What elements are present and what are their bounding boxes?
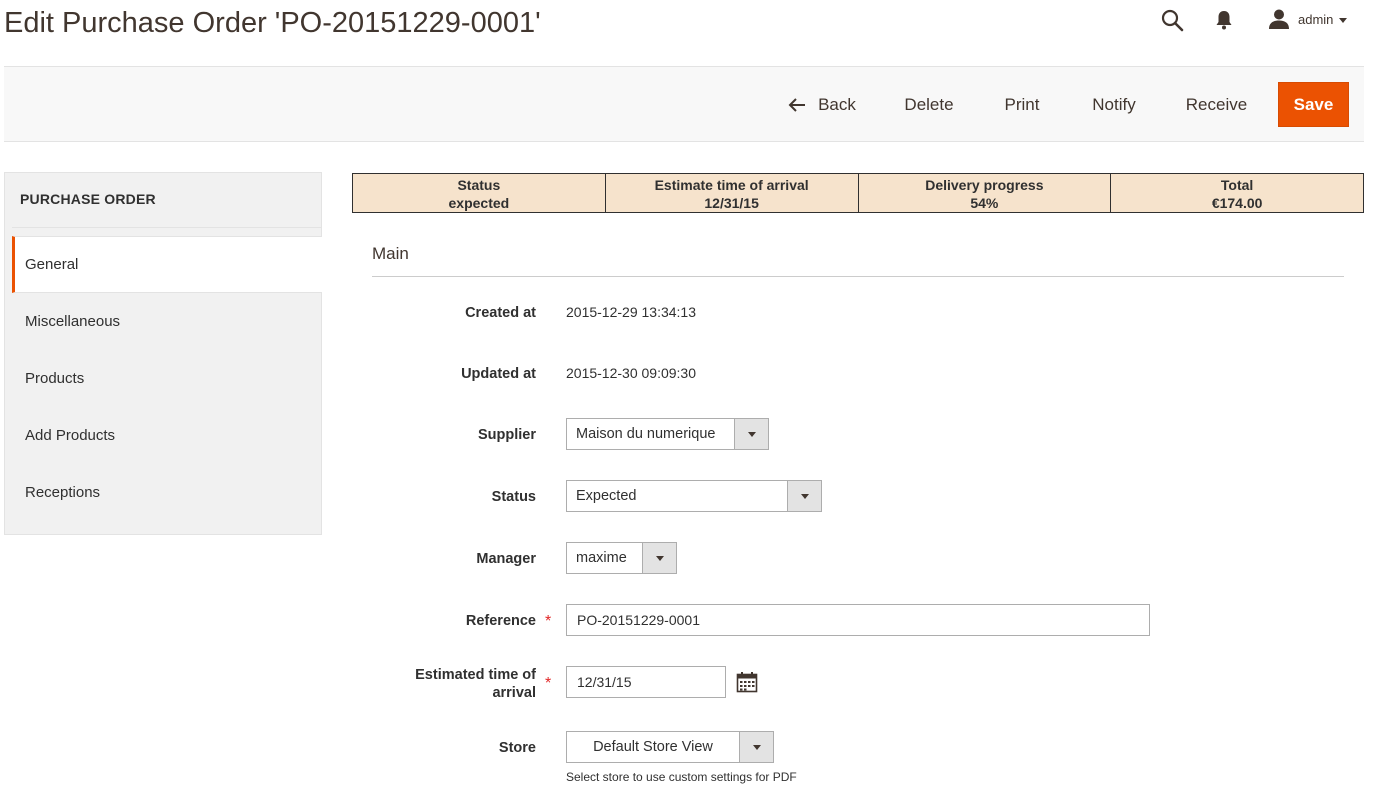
created-at-label: Created at <box>465 305 536 321</box>
summary-label: Total <box>1220 177 1254 193</box>
arrow-left-icon <box>788 97 806 112</box>
supplier-selected-value: Maison du numerique <box>576 426 716 442</box>
back-button[interactable]: Back <box>786 82 858 127</box>
summary-status: Status expected <box>353 174 606 212</box>
back-button-label: Back <box>818 94 856 114</box>
summary-value: €174.00 <box>1211 195 1263 211</box>
store-selected-value: Default Store View <box>593 739 713 755</box>
notify-button[interactable]: Notify <box>1086 82 1142 127</box>
summary-label: Estimate time of arrival <box>654 177 809 193</box>
status-select[interactable]: Expected <box>566 480 822 512</box>
store-select[interactable]: Default Store View <box>566 731 774 763</box>
reference-input[interactable] <box>566 604 1150 636</box>
manager-select[interactable]: maxime <box>566 542 677 574</box>
divider <box>12 227 322 228</box>
summary-label: Status <box>457 177 501 193</box>
chevron-down-icon <box>734 419 768 449</box>
page-title: Edit Purchase Order 'PO-20151229-0001' <box>4 7 541 39</box>
summary-table: Status expected Estimate time of arrival… <box>352 173 1364 213</box>
sidebar-item-miscellaneous[interactable]: Miscellaneous <box>12 293 322 350</box>
summary-eta: Estimate time of arrival 12/31/15 <box>606 174 859 212</box>
calendar-icon[interactable] <box>736 671 758 693</box>
summary-value: expected <box>448 195 510 211</box>
search-icon[interactable] <box>1160 8 1184 32</box>
supplier-select[interactable]: Maison du numerique <box>566 418 769 450</box>
status-label: Status <box>491 489 536 505</box>
eta-date-input[interactable] <box>566 666 726 698</box>
eta-label: Estimated time of arrival <box>372 666 536 702</box>
sidebar-item-products[interactable]: Products <box>12 350 322 407</box>
user-icon <box>1269 9 1289 29</box>
delete-button[interactable]: Delete <box>900 82 958 127</box>
summary-label: Delivery progress <box>925 177 1044 193</box>
eta-label-line1: Estimated time of <box>415 667 536 683</box>
summary-value: 54% <box>970 195 999 211</box>
chevron-down-icon <box>787 481 821 511</box>
eta-label-line2: arrival <box>492 685 536 701</box>
store-note: Select store to use custom settings for … <box>566 770 797 784</box>
supplier-label: Supplier <box>477 427 536 443</box>
receive-button[interactable]: Receive <box>1183 82 1250 127</box>
sidebar-item-add-products[interactable]: Add Products <box>12 407 322 464</box>
required-marker: * <box>545 613 552 630</box>
summary-delivery-progress: Delivery progress 54% <box>859 174 1112 212</box>
bell-icon[interactable] <box>1214 9 1234 31</box>
divider <box>372 276 1344 277</box>
sidebar-title: PURCHASE ORDER <box>20 191 156 207</box>
save-button[interactable]: Save <box>1278 82 1349 127</box>
chevron-down-icon <box>739 732 773 762</box>
manager-label: Manager <box>476 551 536 567</box>
username: admin <box>1298 11 1334 27</box>
sidebar-item-general[interactable]: General <box>12 236 322 293</box>
user-menu[interactable]: admin <box>1268 6 1348 32</box>
summary-total: Total €174.00 <box>1111 174 1363 212</box>
section-title: Main <box>372 244 409 263</box>
manager-selected-value: maxime <box>576 550 627 566</box>
created-at-value: 2015-12-29 13:34:13 <box>566 304 696 320</box>
reference-label: Reference <box>465 613 536 629</box>
updated-at-value: 2015-12-30 09:09:30 <box>566 365 696 381</box>
chevron-down-icon <box>1339 17 1348 23</box>
page-actions-bar <box>4 66 1364 142</box>
print-button[interactable]: Print <box>999 82 1045 127</box>
sidebar-item-receptions[interactable]: Receptions <box>12 464 322 521</box>
required-marker: * <box>545 675 552 692</box>
chevron-down-icon <box>642 543 676 573</box>
store-label: Store <box>498 740 536 756</box>
summary-value: 12/31/15 <box>704 195 759 211</box>
updated-at-label: Updated at <box>461 366 536 382</box>
status-selected-value: Expected <box>576 488 637 504</box>
